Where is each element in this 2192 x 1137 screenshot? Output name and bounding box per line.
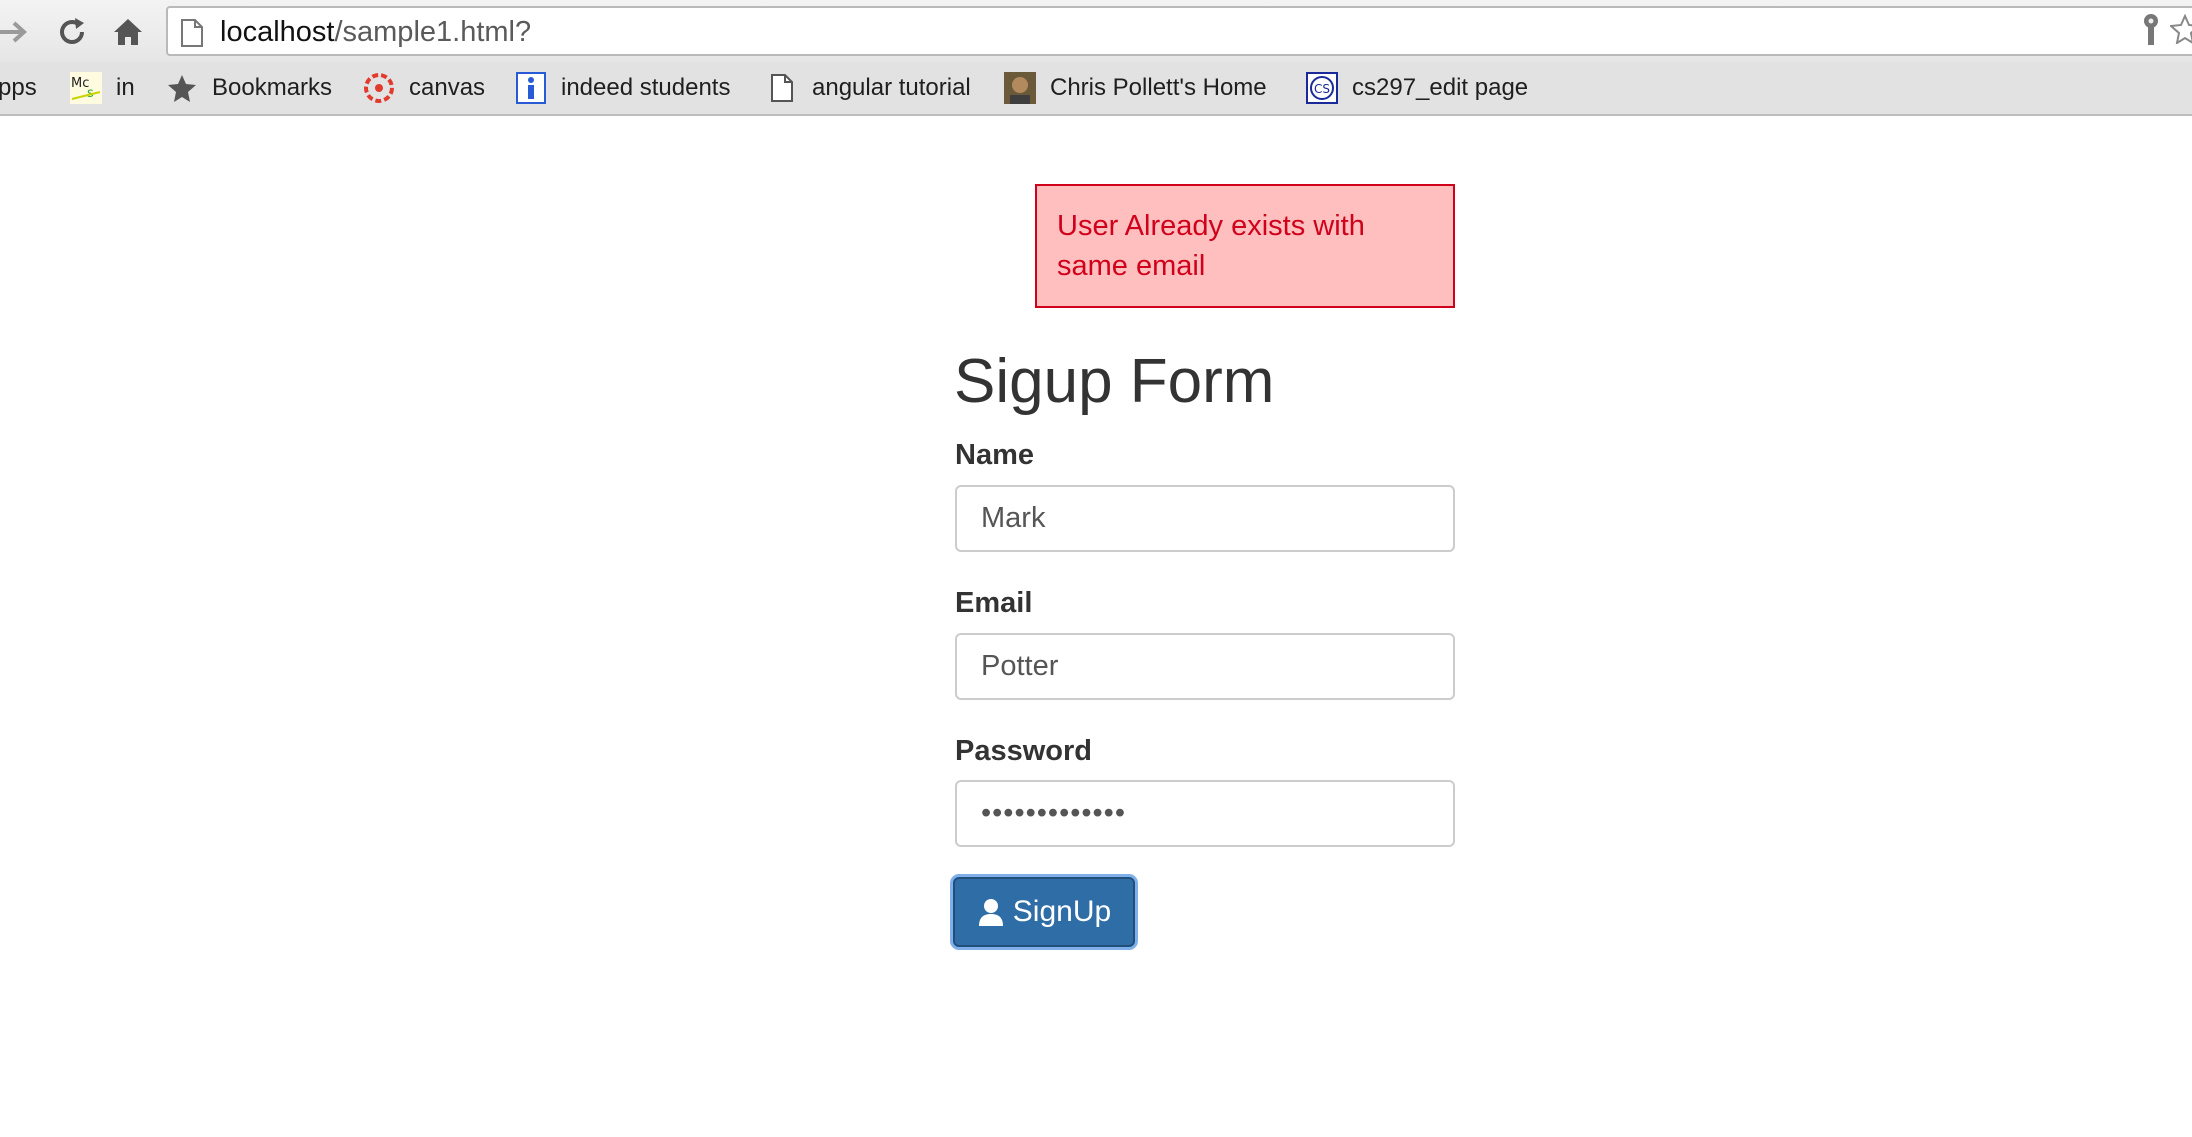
- mcs-logo-icon: Mc s: [70, 72, 102, 104]
- canvas-icon: [363, 72, 395, 104]
- bookmark-bookmarks-folder[interactable]: Bookmarks: [166, 69, 332, 107]
- home-icon: [114, 19, 142, 45]
- bookmark-pollett[interactable]: Chris Pollett's Home: [1004, 69, 1274, 107]
- error-alert: User Already exists with same email: [1035, 184, 1455, 308]
- forward-button[interactable]: [0, 12, 34, 52]
- home-button[interactable]: [108, 12, 148, 52]
- email-input[interactable]: [955, 633, 1455, 700]
- name-input[interactable]: [955, 485, 1455, 552]
- bookmark-label: angular tutorial: [812, 74, 971, 101]
- page-title: Sigup Form: [954, 347, 1275, 416]
- url-path: /sample1.html?: [334, 16, 532, 48]
- user-icon: [978, 899, 1003, 926]
- bookmarks-bar: pps Mc s in Bookmarks canvas: [0, 62, 2192, 116]
- address-bar[interactable]: localhost/sample1.html?: [166, 6, 2192, 56]
- bookmark-apps[interactable]: pps: [0, 69, 37, 107]
- page-icon: [766, 72, 798, 104]
- email-label: Email: [955, 587, 1033, 619]
- bookmark-label: indeed students: [561, 74, 731, 101]
- reload-button[interactable]: [52, 12, 92, 52]
- cs-logo-icon: CS: [1306, 72, 1338, 104]
- forward-arrow-icon: [0, 21, 27, 43]
- page-icon: [181, 19, 203, 47]
- name-label: Name: [955, 439, 1034, 471]
- svg-text:CS: CS: [1314, 82, 1330, 96]
- bookmark-label: pps: [0, 74, 37, 101]
- bookmark-label: Chris Pollett's Home: [1050, 74, 1267, 101]
- bookmark-canvas[interactable]: canvas: [363, 69, 485, 107]
- bookmark-label: cs297_edit page: [1352, 74, 1529, 101]
- url-host: localhost: [220, 16, 335, 48]
- bookmark-mcs[interactable]: Mc s in: [70, 69, 135, 107]
- bookmark-label: Bookmarks: [212, 74, 333, 101]
- star-icon: [166, 72, 198, 104]
- bookmark-angular[interactable]: angular tutorial: [766, 69, 971, 107]
- reload-icon: [60, 18, 84, 44]
- signup-button[interactable]: SignUp: [953, 877, 1135, 947]
- bookmark-label: canvas: [409, 74, 486, 101]
- avatar-icon: [1004, 72, 1036, 104]
- bookmark-star-icon[interactable]: [2170, 14, 2192, 44]
- password-input[interactable]: [955, 780, 1455, 847]
- key-icon[interactable]: [2140, 13, 2162, 47]
- bookmark-cs297[interactable]: CS cs297_edit page: [1306, 69, 1528, 107]
- browser-toolbar: localhost/sample1.html?: [0, 0, 2192, 62]
- url-text[interactable]: localhost/sample1.html?: [220, 16, 531, 48]
- bookmark-label: in: [116, 74, 135, 101]
- password-label: Password: [955, 735, 1092, 767]
- bookmark-indeed[interactable]: indeed students: [515, 69, 730, 107]
- info-icon: [515, 72, 547, 104]
- signup-button-label: SignUp: [1012, 895, 1112, 928]
